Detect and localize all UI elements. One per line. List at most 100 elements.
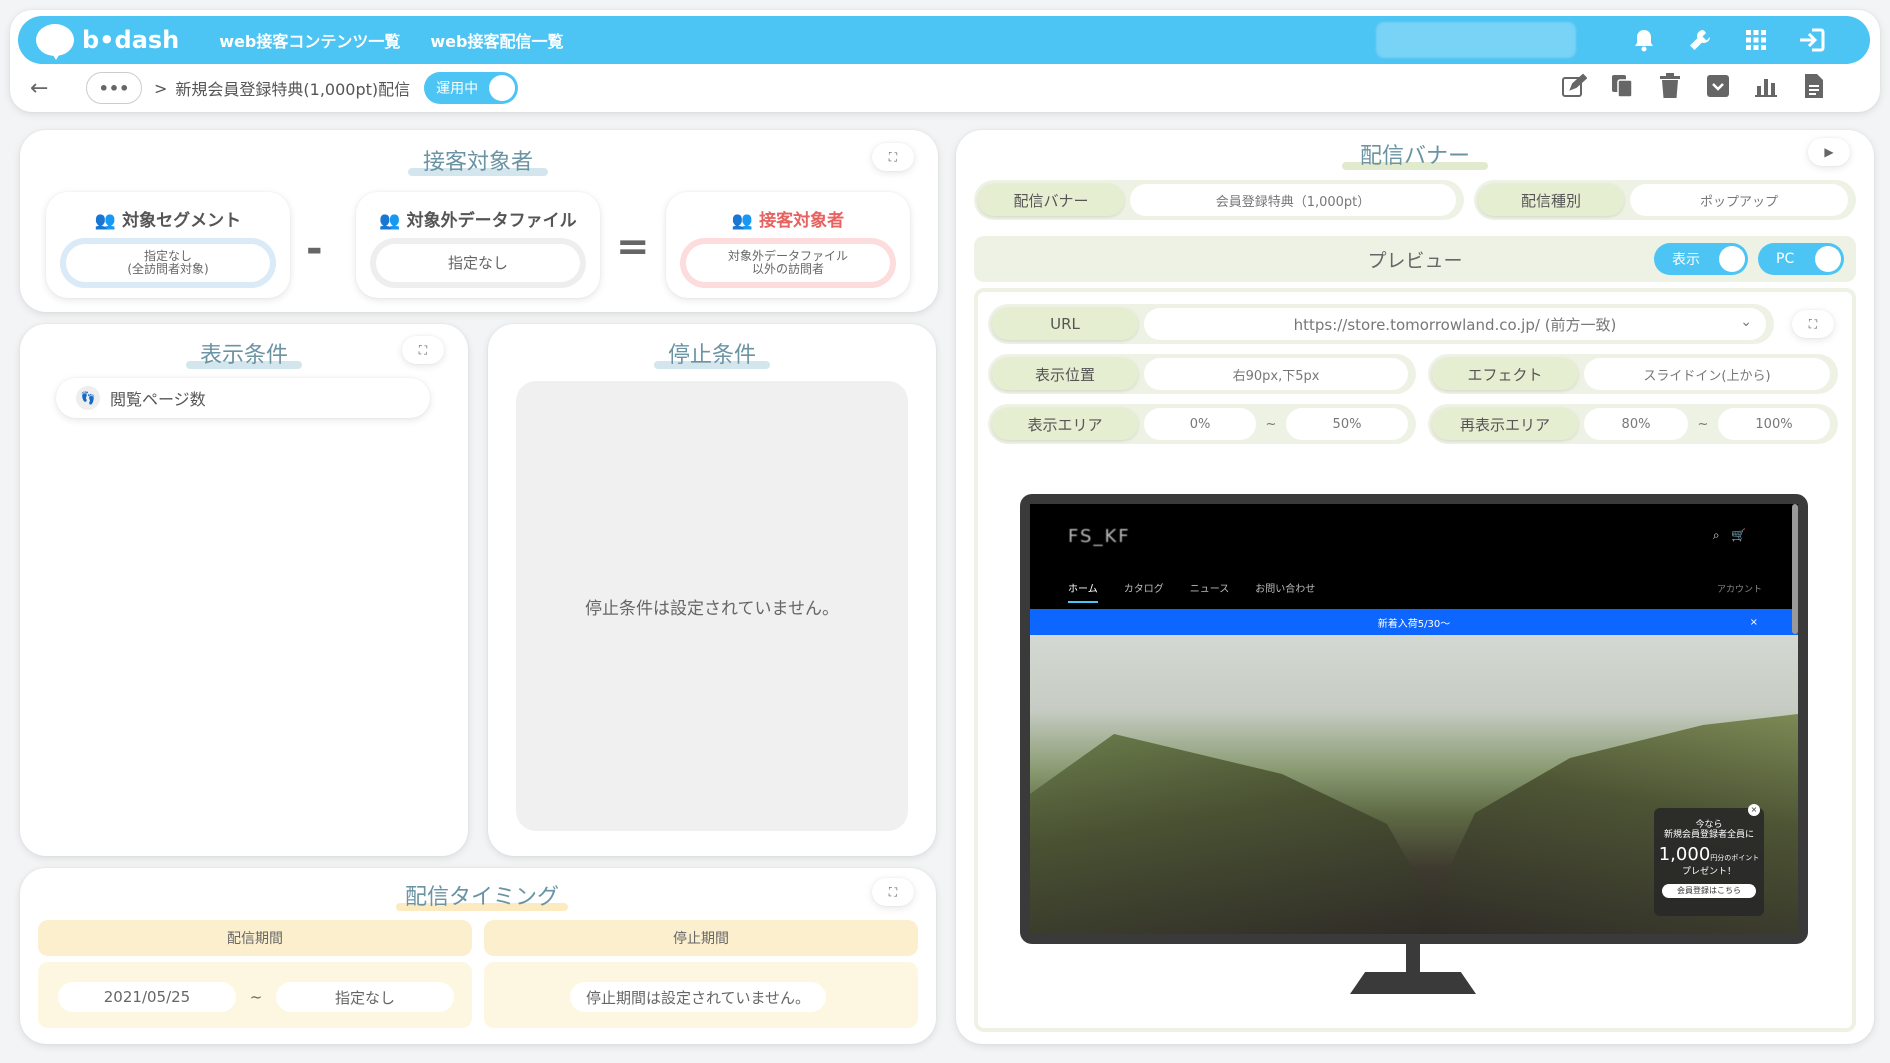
nav-content-list[interactable]: web接客コンテンツ一覧 [219, 28, 400, 52]
copy-icon[interactable] [1606, 70, 1638, 102]
device-toggle-label: PC [1776, 251, 1795, 267]
monitor-stand-base [1350, 972, 1476, 994]
reshow-from: 80% [1584, 408, 1688, 440]
effect-key: エフェクト [1432, 358, 1578, 390]
url-value: https://store.tomorrowland.co.jp/ (前方一致) [1293, 315, 1617, 334]
position-row: 表示位置 右90px,下5px [988, 354, 1416, 394]
result-value-line2: 以外の訪問者 [751, 262, 824, 276]
document-icon[interactable] [1798, 70, 1830, 102]
nav-delivery-list[interactable]: web接客配信一覧 [430, 28, 563, 52]
result-card: 👥 接客対象者 対象外データファイル 以外の訪問者 [666, 192, 910, 298]
preview-bar: プレビュー 表示 PC [974, 236, 1856, 282]
area-sep: ~ [1265, 416, 1277, 432]
footsteps-icon: 👣 [76, 386, 100, 410]
grid-icon[interactable] [1738, 22, 1774, 58]
url-select[interactable]: https://store.tomorrowland.co.jp/ (前方一致)… [1144, 308, 1766, 340]
monitor-screen: FS_KF ⌕ 🛒 ホーム カタログ ニュース お問い合わせ アカウント 新着入… [1030, 504, 1798, 934]
trash-icon[interactable] [1654, 70, 1686, 102]
stop-condition-empty: 停止条件は設定されていません。 [516, 381, 908, 831]
archive-icon[interactable] [1702, 70, 1734, 102]
period-end[interactable]: 指定なし [276, 982, 454, 1012]
site-logo: FS_KF [1068, 526, 1131, 547]
reshow-sep: ~ [1697, 416, 1709, 432]
page-title: 新規会員登録特典(1,000pt)配信 [175, 80, 411, 99]
users-icon: 👥 [94, 211, 117, 231]
site-nav-catalog: カタログ [1123, 584, 1164, 595]
url-row: URL https://store.tomorrowland.co.jp/ (前… [988, 304, 1774, 344]
bdash-logo[interactable]: b•dash [36, 24, 179, 60]
expand-target-button[interactable]: ⛶ [872, 143, 914, 171]
edit-icon[interactable] [1558, 70, 1590, 102]
show-toggle[interactable]: 表示 [1654, 243, 1748, 275]
stop-period-text: 停止期間は設定されていません。 [570, 982, 826, 1012]
exclude-label: 👥 対象外データファイル [379, 211, 577, 231]
chevron-down-icon: ⌄ [1740, 314, 1752, 330]
site-news-text: 新着入荷5/30〜 [1377, 618, 1451, 630]
popup-unit: 円分のポイント [1710, 853, 1760, 862]
segment-value[interactable]: 指定なし (全訪問者対象) [60, 238, 276, 288]
type-row: 配信種別 ポップアップ [1474, 180, 1856, 220]
popup-line1: 今なら [1695, 820, 1723, 830]
exclude-card: 👥 対象外データファイル 指定なし [356, 192, 600, 298]
site-news-bar: 新着入荷5/30〜 × [1030, 609, 1798, 635]
display-condition-title: 表示条件 [186, 337, 302, 369]
logout-icon[interactable] [1794, 22, 1830, 58]
position-key: 表示位置 [992, 358, 1138, 390]
back-arrow-icon[interactable]: ← [30, 76, 66, 101]
preview-scrollbar [1792, 504, 1798, 634]
expand-preview-button[interactable]: ⛶ [1792, 310, 1834, 338]
segment-card: 👥 対象セグメント 指定なし (全訪問者対象) [46, 192, 290, 298]
popup-amount: 1,000 [1658, 843, 1711, 865]
show-toggle-label: 表示 [1672, 252, 1700, 268]
area-key: 表示エリア [992, 408, 1138, 440]
site-news-close-icon: × [1749, 616, 1758, 628]
result-value: 対象外データファイル 以外の訪問者 [680, 238, 896, 288]
breadcrumb-row: ← ••• > 新規会員登録特典(1,000pt)配信 運用中 [30, 70, 1870, 106]
expand-display-condition-button[interactable]: ⛶ [402, 336, 444, 364]
exclude-value[interactable]: 指定なし [370, 238, 586, 288]
device-toggle[interactable]: PC [1758, 243, 1844, 275]
wrench-icon[interactable] [1682, 22, 1718, 58]
condition-item[interactable]: 👣 閲覧ページ数 [56, 378, 430, 418]
area-row: 表示エリア 0% ~ 50% [988, 404, 1416, 444]
user-account-blurred[interactable] [1376, 22, 1576, 58]
users-icon: 👥 [379, 211, 401, 231]
period-start[interactable]: 2021/05/25 [58, 982, 236, 1012]
site-search-cart-icons: ⌕ 🛒 [1712, 528, 1746, 542]
logo-bubble-icon [36, 24, 74, 60]
site-hero-image: × 今なら 新規会員登録者全員に 1,000円分のポイント プレゼント！ 会員登… [1030, 635, 1798, 934]
bell-icon[interactable] [1626, 22, 1662, 58]
breadcrumb-separator: > [154, 78, 168, 98]
site-nav-home: ホーム [1068, 580, 1098, 603]
reshow-to: 100% [1718, 408, 1830, 440]
timing-title: 配信タイミング [396, 879, 568, 911]
site-nav-contact: お問い合わせ [1255, 584, 1316, 595]
segment-label: 👥 対象セグメント [94, 211, 242, 231]
banner-row: 配信バナー 会員登録特典（1,000pt） [974, 180, 1464, 220]
effect-value: スライドイン(上から) [1584, 358, 1830, 390]
site-account: アカウント [1716, 585, 1762, 595]
type-key: 配信種別 [1478, 184, 1624, 216]
chart-icon[interactable] [1750, 70, 1782, 102]
delivery-period-label: 配信期間 [38, 920, 472, 956]
period-separator: ~ [249, 988, 263, 1006]
more-button[interactable]: ••• [86, 72, 142, 104]
top-navbar: b•dash web接客コンテンツ一覧 web接客配信一覧 [18, 16, 1870, 64]
banner-value[interactable]: 会員登録特典（1,000pt） [1130, 184, 1456, 216]
popup-register-button: 会員登録はこちら [1662, 883, 1756, 898]
result-label: 👥 接客対象者 [731, 211, 845, 231]
minus-operator: - [306, 226, 323, 272]
toggle-knob [489, 75, 516, 101]
monitor-stand-neck [1406, 944, 1420, 974]
users-icon: 👥 [731, 211, 754, 231]
expand-timing-button[interactable]: ⛶ [872, 878, 914, 906]
status-toggle[interactable]: 運用中 [424, 72, 519, 104]
stop-condition-title: 停止条件 [654, 337, 770, 369]
exclude-value-text: 指定なし [447, 253, 508, 272]
pc-monitor-preview: FS_KF ⌕ 🛒 ホーム カタログ ニュース お問い合わせ アカウント 新着入… [1020, 494, 1808, 944]
site-nav: ホーム カタログ ニュース お問い合わせ [1068, 580, 1341, 603]
popup-line3: プレゼント！ [1681, 867, 1736, 878]
area-from: 0% [1144, 408, 1256, 440]
type-value[interactable]: ポップアップ [1630, 184, 1848, 216]
play-preview-button[interactable]: ▶ [1808, 138, 1850, 166]
